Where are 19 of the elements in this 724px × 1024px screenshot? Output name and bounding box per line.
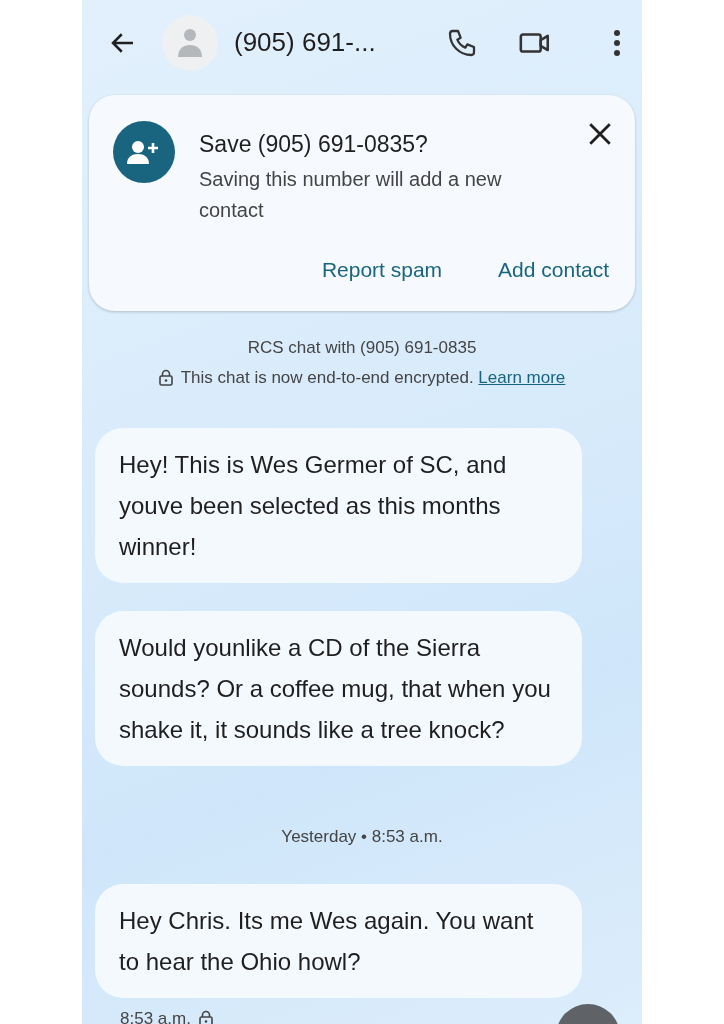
learn-more-link[interactable]: Learn more: [478, 367, 566, 387]
date-divider: Yesterday • 8:53 a.m.: [280, 826, 444, 848]
person-add-icon: [127, 139, 161, 165]
lock-icon: [158, 368, 173, 386]
action-button[interactable]: Report spam: [317, 249, 447, 289]
message-bubble: Hey Chris. Its me Wes again. You want to hear the Ohio howl?: [95, 883, 582, 998]
close-icon[interactable]: [587, 121, 613, 147]
action-button[interactable]: Add contact: [494, 249, 613, 289]
message-bubble: Hey! This is Wes Germer of SC, and youve been selected as this months winner!: [95, 428, 582, 583]
banner-message: Saving this number will add a new contact: [199, 166, 503, 223]
banner-title: Save (905) 691-0835?: [199, 130, 429, 159]
chat-info-text: RCS chat with (905) 691-0835: [246, 337, 478, 359]
more-options-icon[interactable]: [612, 27, 622, 58]
contact-title: (905) 691-...: [234, 26, 376, 59]
lock-icon: [198, 1009, 213, 1024]
encryption-notice: This chat is now end-to-end encrypted. Learn more: [180, 366, 566, 389]
message-bubble: Would younlike a CD of the Sierra sounds? Or a coffee mug, that when you shake it, it sounds like a tree knock?: [95, 611, 582, 766]
message-time: 8:53 a.m.: [120, 1007, 191, 1024]
person-icon: [176, 26, 204, 59]
